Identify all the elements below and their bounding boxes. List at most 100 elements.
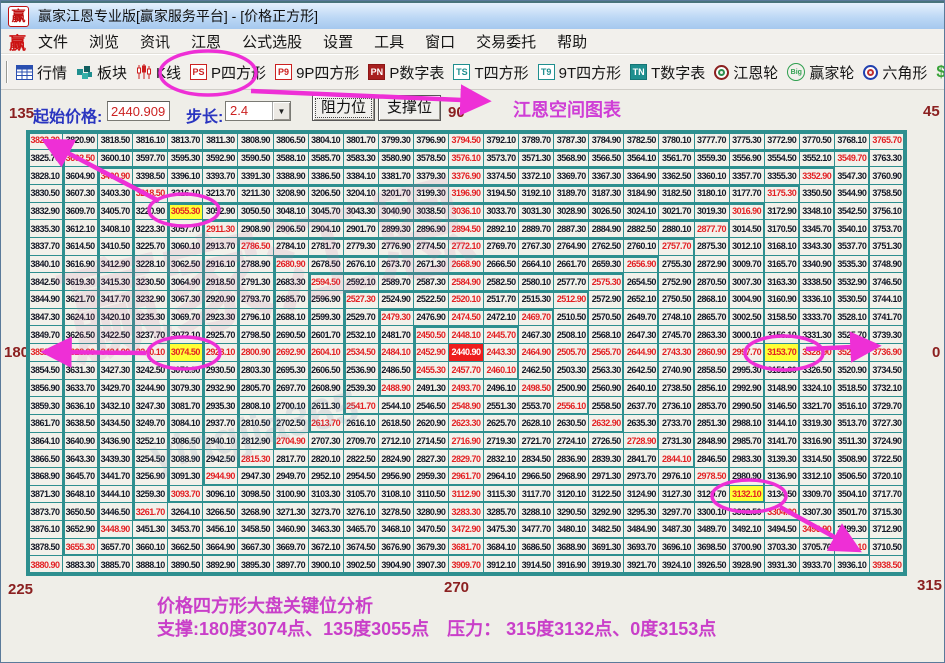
price-cell: 2474.50: [448, 308, 485, 327]
price-cell: 3475.30: [484, 520, 520, 539]
price-cell: 2493.70: [448, 379, 485, 398]
menu-item-设置[interactable]: 设置: [323, 34, 353, 51]
price-cell: 3532.90: [834, 273, 870, 292]
price-cell: 3355.30: [764, 167, 800, 186]
price-cell: 2803.30: [238, 361, 274, 380]
toolbar-item-K线[interactable]: K线: [136, 62, 181, 83]
price-cell: 3175.30: [764, 185, 800, 203]
price-cell: 2779.30: [343, 238, 379, 256]
toolbar-item-赢家轮[interactable]: Big 赢家轮: [787, 62, 854, 83]
price-cell: 3276.10: [343, 503, 379, 521]
menu-item-工具[interactable]: 工具: [374, 34, 404, 51]
price-cell: 2731.30: [659, 432, 695, 451]
price-cell: 3470.50: [413, 520, 449, 539]
price-cell: 2812.90: [238, 432, 274, 451]
support-button[interactable]: 支撑位: [378, 95, 441, 121]
menu-item-资讯[interactable]: 资讯: [140, 34, 170, 51]
toolbar-item-江恩轮[interactable]: 江恩轮: [714, 62, 778, 83]
price-cell: 2599.30: [308, 308, 344, 327]
menu-item-交易委托[interactable]: 交易委托: [476, 34, 536, 51]
menu-item-公式选股[interactable]: 公式选股: [242, 34, 302, 51]
toolbar-item-赢家服务[interactable]: $赢家服务: [936, 62, 944, 83]
price-cell: 2973.70: [624, 467, 660, 486]
price-cell: 2786.50: [238, 238, 274, 256]
price-cell: 3609.70: [63, 202, 99, 221]
price-cell: 3367.30: [589, 167, 625, 186]
price-cell: 2692.90: [273, 344, 309, 362]
price-cell: 3763.30: [869, 149, 905, 168]
menu-item-浏览[interactable]: 浏览: [89, 34, 119, 51]
app-window: 赢 赢家江恩专业版[赢家服务平台] - [价格正方形] 赢 文件 浏览 资讯 江恩 公式…: [0, 0, 945, 663]
price-cell: 2515.30: [519, 291, 555, 309]
price-cell: 3208.90: [273, 185, 309, 203]
price-cell: 3400.90: [98, 167, 134, 186]
menu-item-江恩[interactable]: 江恩: [191, 34, 221, 51]
toolbar-item-P四方形[interactable]: PS P四方形: [190, 62, 266, 83]
toolbar-item-P数字表[interactable]: PN P数字表: [368, 62, 444, 83]
price-cell: 3712.90: [869, 520, 905, 539]
price-cell: 3240.10: [133, 344, 169, 362]
price-cell: 3084.10: [168, 414, 204, 433]
price-cell: 2551.30: [484, 397, 520, 415]
toolbar-item-板块[interactable]: 板块: [76, 62, 127, 83]
menu-item-帮助[interactable]: 帮助: [557, 34, 587, 51]
price-cell: 3708.10: [834, 538, 870, 557]
price-cell: 2889.70: [519, 220, 555, 239]
price-cell: 2476.90: [413, 308, 449, 327]
price-cell: 3288.10: [519, 503, 555, 521]
price-cell: 2971.30: [589, 467, 625, 486]
price-cell: 3921.70: [624, 556, 660, 574]
price-cell: 3576.10: [448, 149, 485, 168]
price-cell: 3633.70: [63, 379, 99, 398]
price-cell: 3326.50: [799, 361, 835, 380]
price-cell: 3468.10: [378, 520, 414, 539]
price-cell: 3259.30: [133, 485, 169, 504]
price-cell: 3777.70: [694, 132, 730, 150]
menu-item-文件[interactable]: 文件: [38, 34, 68, 51]
sector-blocks-icon: [76, 65, 93, 80]
degree-label-315: 315: [917, 577, 943, 594]
price-cell: 3235.30: [133, 308, 169, 327]
price-cell: 3117.70: [519, 485, 555, 504]
step-combobox[interactable]: 2.4 ▼: [225, 101, 291, 121]
price-cell: 2733.70: [659, 414, 695, 433]
menu-item-窗口[interactable]: 窗口: [425, 34, 455, 51]
price-cell: 2875.30: [694, 238, 730, 256]
price-cell: 3256.90: [133, 467, 169, 486]
price-cell: 3528.10: [834, 308, 870, 327]
toolbar-item-T数字表[interactable]: TN T数字表: [630, 62, 705, 83]
price-cell: 3537.70: [834, 238, 870, 256]
price-cell: 3146.50: [764, 397, 800, 415]
toolbar-item-行情[interactable]: 行情: [16, 62, 67, 83]
price-cell: 3036.10: [448, 202, 485, 221]
price-cell: 3098.50: [238, 485, 274, 504]
toolbar-item-六角形[interactable]: 六角形: [863, 62, 927, 83]
price-cell: 2884.90: [589, 220, 625, 239]
price-cell: 2587.30: [413, 273, 449, 292]
price-cell: 3516.10: [834, 397, 870, 415]
price-cell: 3852.10: [28, 344, 64, 362]
price-cell: 3794.50: [448, 132, 485, 150]
price-cell: 3271.30: [273, 503, 309, 521]
toolbar-item-9T四方形[interactable]: T9 9T四方形: [537, 62, 621, 83]
price-cell: 3016.90: [729, 202, 765, 221]
price-cell: 3007.30: [729, 273, 765, 292]
price-cell: 2817.70: [273, 450, 309, 468]
price-cell: 3019.30: [694, 202, 730, 221]
price-cell: 3480.10: [554, 520, 590, 539]
start-price-input[interactable]: [107, 101, 170, 121]
price-cell: 3504.10: [834, 485, 870, 504]
toolbar-item-T四方形[interactable]: TS T四方形: [453, 62, 529, 83]
price-cell: 3530.50: [834, 291, 870, 309]
price-cell: 3307.30: [799, 503, 835, 521]
resistance-button[interactable]: 阻力位: [312, 95, 375, 121]
chevron-down-icon[interactable]: ▼: [272, 102, 290, 120]
toolbar-item-9P四方形[interactable]: P9 9P四方形: [275, 62, 359, 83]
price-cell: 3038.50: [413, 202, 449, 221]
price-cell: 2522.50: [413, 291, 449, 309]
price-cell: 2498.50: [519, 379, 555, 398]
app-logo-icon: 赢: [8, 5, 29, 27]
price-cell: 2450.50: [413, 326, 449, 345]
price-cell: 3384.10: [343, 167, 379, 186]
price-cell: 2788.90: [238, 255, 274, 274]
